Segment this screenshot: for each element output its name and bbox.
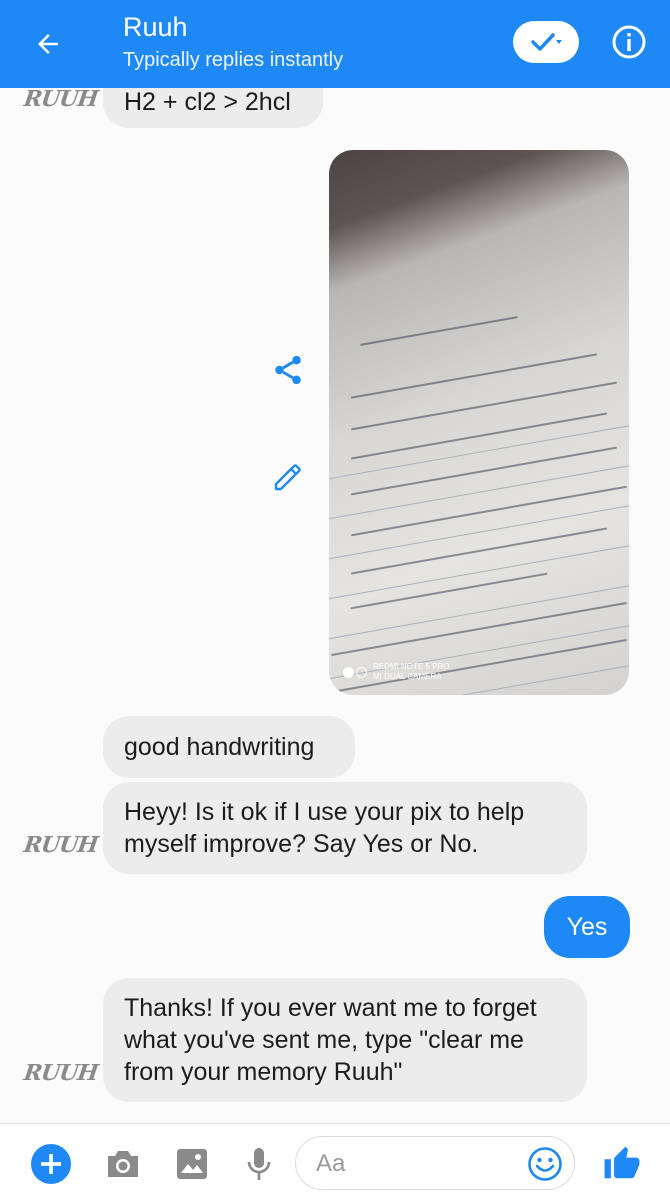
contact-name[interactable]: Ruuh — [123, 12, 188, 43]
message-input-placeholder: Aa — [316, 1150, 346, 1177]
emoji-icon — [528, 1146, 562, 1181]
ruuh-avatar[interactable]: RUUH — [22, 832, 99, 858]
watermark-line1: REDMI NOTE 5 PRO — [373, 662, 450, 671]
share-icon — [275, 355, 301, 385]
share-button[interactable] — [266, 348, 310, 392]
message-bubble[interactable]: good handwriting — [103, 716, 355, 778]
watermark-line2: MI DUAL CAMERA — [373, 672, 442, 681]
contact-status: Typically replies instantly — [123, 49, 344, 71]
options-button[interactable] — [513, 21, 579, 63]
thumbs-up-icon — [604, 1146, 640, 1178]
message-bubble[interactable]: Heyy! Is it ok if I use your pix to help… — [103, 782, 587, 874]
shared-photo[interactable]: REDMI NOTE 5 PRO MI DUAL CAMERA — [329, 150, 629, 695]
camera-button[interactable] — [100, 1124, 146, 1203]
gallery-icon — [177, 1148, 207, 1179]
info-icon — [612, 25, 646, 59]
more-actions-button[interactable] — [26, 1124, 76, 1203]
message-text: Thanks! If you ever want me to forget wh… — [124, 994, 537, 1086]
message-text: H2 + cl2 > 2hcl — [124, 88, 291, 116]
edit-button[interactable] — [266, 455, 310, 499]
camera-watermark: REDMI NOTE 5 PRO MI DUAL CAMERA — [343, 662, 449, 682]
user-message-bubble[interactable]: Yes — [544, 896, 630, 958]
message-text: Yes — [566, 913, 608, 941]
message-text: good handwriting — [124, 733, 315, 761]
camera-icon — [108, 1150, 138, 1177]
ruuh-avatar[interactable]: RUUH — [22, 86, 99, 112]
message-text: Heyy! Is it ok if I use your pix to help… — [124, 798, 525, 858]
ruuh-avatar[interactable]: RUUH — [22, 1060, 99, 1086]
microphone-icon — [247, 1147, 271, 1180]
back-button[interactable] — [24, 20, 72, 68]
emoji-button[interactable] — [523, 1124, 567, 1203]
edit-icon — [274, 464, 301, 491]
gallery-button[interactable] — [170, 1124, 214, 1203]
plus-icon — [31, 1143, 71, 1184]
message-composer: Aa — [0, 1123, 670, 1203]
check-icon — [531, 33, 562, 51]
voice-button[interactable] — [238, 1124, 280, 1203]
info-button[interactable] — [606, 19, 652, 65]
message-bubble[interactable]: Thanks! If you ever want me to forget wh… — [103, 978, 587, 1102]
conversation-header: Ruuh Typically replies instantly — [0, 0, 670, 88]
like-button[interactable] — [598, 1124, 646, 1203]
back-arrow-icon — [38, 34, 58, 54]
